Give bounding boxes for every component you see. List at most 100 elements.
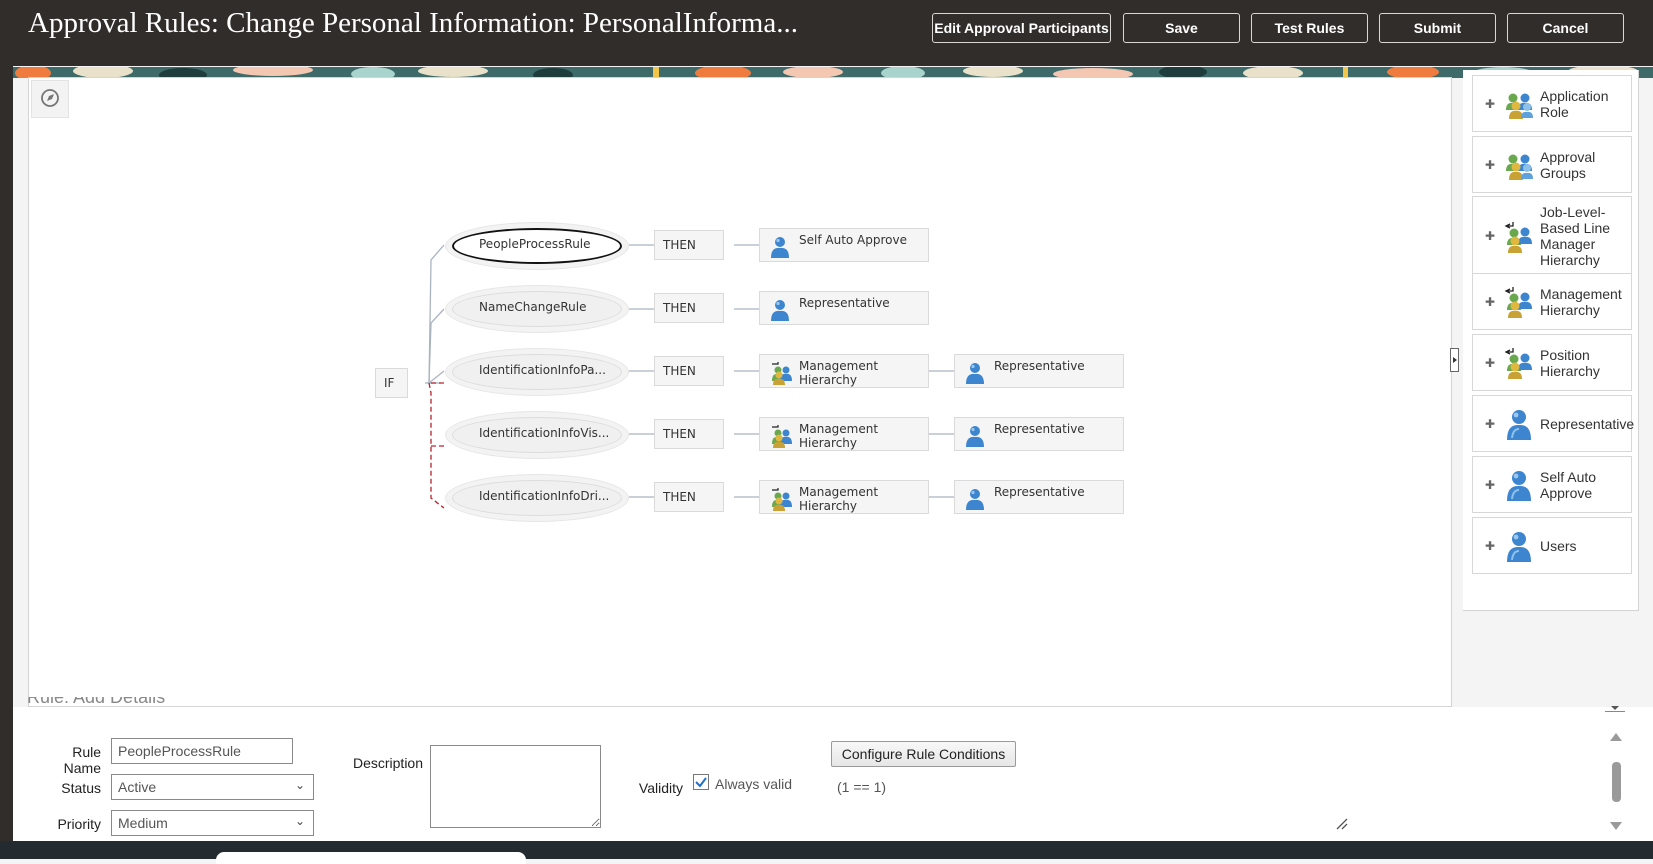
user-icon	[965, 424, 985, 448]
palette-item-label: Users	[1540, 537, 1577, 554]
action-label: Representative	[799, 296, 890, 310]
left-edge-strip	[0, 66, 13, 841]
user-icon	[770, 235, 790, 259]
action-label: Self Auto Approve	[799, 233, 907, 247]
action-label: Management Hierarchy	[799, 485, 879, 513]
rule-name-label: Rule Name	[63, 744, 101, 776]
palette-item[interactable]: ✚ Self Auto Approve	[1472, 456, 1632, 513]
approval-action-node[interactable]: Representative	[954, 480, 1124, 514]
hierarchy-icon	[1503, 347, 1535, 379]
rule-node[interactable]: NameChangeRule	[445, 285, 629, 333]
group-icon	[1503, 149, 1535, 181]
plus-icon: ✚	[1485, 417, 1496, 431]
chevron-down-icon: ⌄	[294, 778, 305, 792]
participant-palette: ✚ Application Role ✚ Approval Groups ✚ Job-Le…	[1463, 70, 1639, 611]
then-label: THEN	[663, 427, 696, 441]
user-icon	[1503, 469, 1535, 501]
approval-action-node[interactable]: Representative	[954, 417, 1124, 451]
action-label: Representative	[994, 422, 1085, 436]
palette-item[interactable]: ✚ Application Role	[1472, 75, 1632, 132]
always-valid-label: Always valid	[715, 776, 793, 792]
rule-node[interactable]: PeopleProcessRule	[445, 222, 629, 270]
rule-diagram-canvas[interactable]: IF PeopleProcessRule THEN Self Auto Approv…	[28, 77, 1452, 707]
then-label: THEN	[663, 490, 696, 504]
scroll-up-icon	[1610, 733, 1622, 741]
palette-item[interactable]: ✚ Job-Level-Based Line Manager Hierarchy	[1472, 196, 1632, 276]
collapse-icon[interactable]	[1605, 701, 1625, 712]
submit-button[interactable]: Submit	[1379, 13, 1496, 43]
user-icon	[1503, 408, 1535, 440]
rule-details-form: Rule: Add Details Rule Name Status Activ…	[13, 697, 1653, 841]
palette-item-label: Self Auto Approve	[1540, 468, 1597, 501]
palette-item-label: Management Hierarchy	[1540, 285, 1622, 318]
action-label: Management Hierarchy	[799, 422, 879, 450]
hierarchy-icon	[770, 487, 792, 511]
resize-handle-icon[interactable]	[1335, 817, 1349, 831]
palette-item[interactable]: ✚ Management Hierarchy	[1472, 273, 1632, 330]
rule-node[interactable]: IdentificationInfoPa...	[445, 348, 629, 396]
approval-action-node[interactable]: Management Hierarchy	[759, 480, 929, 514]
rule-name: NameChangeRule	[479, 300, 587, 314]
approval-action-node[interactable]: Self Auto Approve	[759, 228, 929, 262]
status-label: Status	[61, 780, 101, 796]
approval-action-node[interactable]: Management Hierarchy	[759, 354, 929, 388]
action-label: Management Hierarchy	[799, 359, 879, 387]
approval-action-node[interactable]: Management Hierarchy	[759, 417, 929, 451]
rule-name: IdentificationInfoDri...	[479, 489, 610, 503]
palette-item-label: Representative	[1540, 415, 1635, 432]
rule-name-input[interactable]	[111, 738, 293, 764]
edit-approval-participants-button[interactable]: Edit Approval Participants	[932, 13, 1111, 43]
if-label: IF	[384, 376, 395, 390]
hierarchy-icon	[770, 361, 792, 385]
hierarchy-icon	[1503, 221, 1535, 253]
rule-node[interactable]: IdentificationInfoVis...	[445, 411, 629, 459]
palette-item-label: Application Role	[1540, 87, 1609, 120]
hierarchy-icon	[1503, 286, 1535, 318]
plus-icon: ✚	[1485, 97, 1496, 111]
then-node: THEN	[654, 230, 724, 260]
plus-icon: ✚	[1485, 229, 1496, 243]
palette-item[interactable]: ✚ Approval Groups	[1472, 136, 1632, 193]
then-label: THEN	[663, 301, 696, 315]
then-node: THEN	[654, 293, 724, 323]
configure-rule-conditions-button[interactable]: Configure Rule Conditions	[831, 741, 1016, 767]
checkmark-icon	[695, 777, 707, 788]
then-node: THEN	[654, 482, 724, 512]
vertical-scrollbar[interactable]	[1607, 727, 1625, 837]
plus-icon: ✚	[1485, 356, 1496, 370]
status-select[interactable]: Active ⌄	[111, 774, 314, 800]
user-icon	[965, 487, 985, 511]
palette-item[interactable]: ✚ Users	[1472, 517, 1632, 574]
description-textarea[interactable]	[430, 745, 601, 828]
test-rules-button[interactable]: Test Rules	[1251, 13, 1368, 43]
palette-item-label: Job-Level-Based Line Manager Hierarchy	[1540, 204, 1611, 268]
palette-item[interactable]: ✚ Position Hierarchy	[1472, 334, 1632, 391]
action-label: Representative	[994, 359, 1085, 373]
user-icon	[770, 298, 790, 322]
cancel-button[interactable]: Cancel	[1507, 13, 1624, 43]
plus-icon: ✚	[1485, 539, 1496, 553]
if-node: IF	[375, 368, 408, 398]
always-valid-checkbox[interactable]	[693, 774, 709, 790]
rule-name: PeopleProcessRule	[479, 237, 591, 251]
description-label: Description	[352, 755, 423, 771]
rule-node[interactable]: IdentificationInfoDri...	[445, 474, 629, 522]
priority-select[interactable]: Medium ⌄	[111, 810, 314, 836]
user-icon	[1503, 530, 1535, 562]
page-title: Approval Rules: Change Personal Informat…	[28, 7, 798, 39]
validity-label: Validity	[638, 780, 683, 796]
palette-item[interactable]: ✚ Representative	[1472, 395, 1635, 452]
approval-action-node[interactable]: Representative	[759, 291, 929, 325]
save-button[interactable]: Save	[1123, 13, 1240, 43]
palette-item-label: Position Hierarchy	[1540, 346, 1600, 379]
status-value: Active	[118, 779, 157, 795]
action-label: Representative	[994, 485, 1085, 499]
then-node: THEN	[654, 356, 724, 386]
scroll-down-icon	[1610, 822, 1622, 830]
user-icon	[965, 361, 985, 385]
section-title: Rule: Add Details	[27, 697, 166, 707]
palette-toggle-button[interactable]	[1450, 348, 1459, 372]
approval-action-node[interactable]: Representative	[954, 354, 1124, 388]
chevron-down-icon: ⌄	[294, 814, 305, 828]
condition-expression: (1 == 1)	[837, 779, 887, 795]
